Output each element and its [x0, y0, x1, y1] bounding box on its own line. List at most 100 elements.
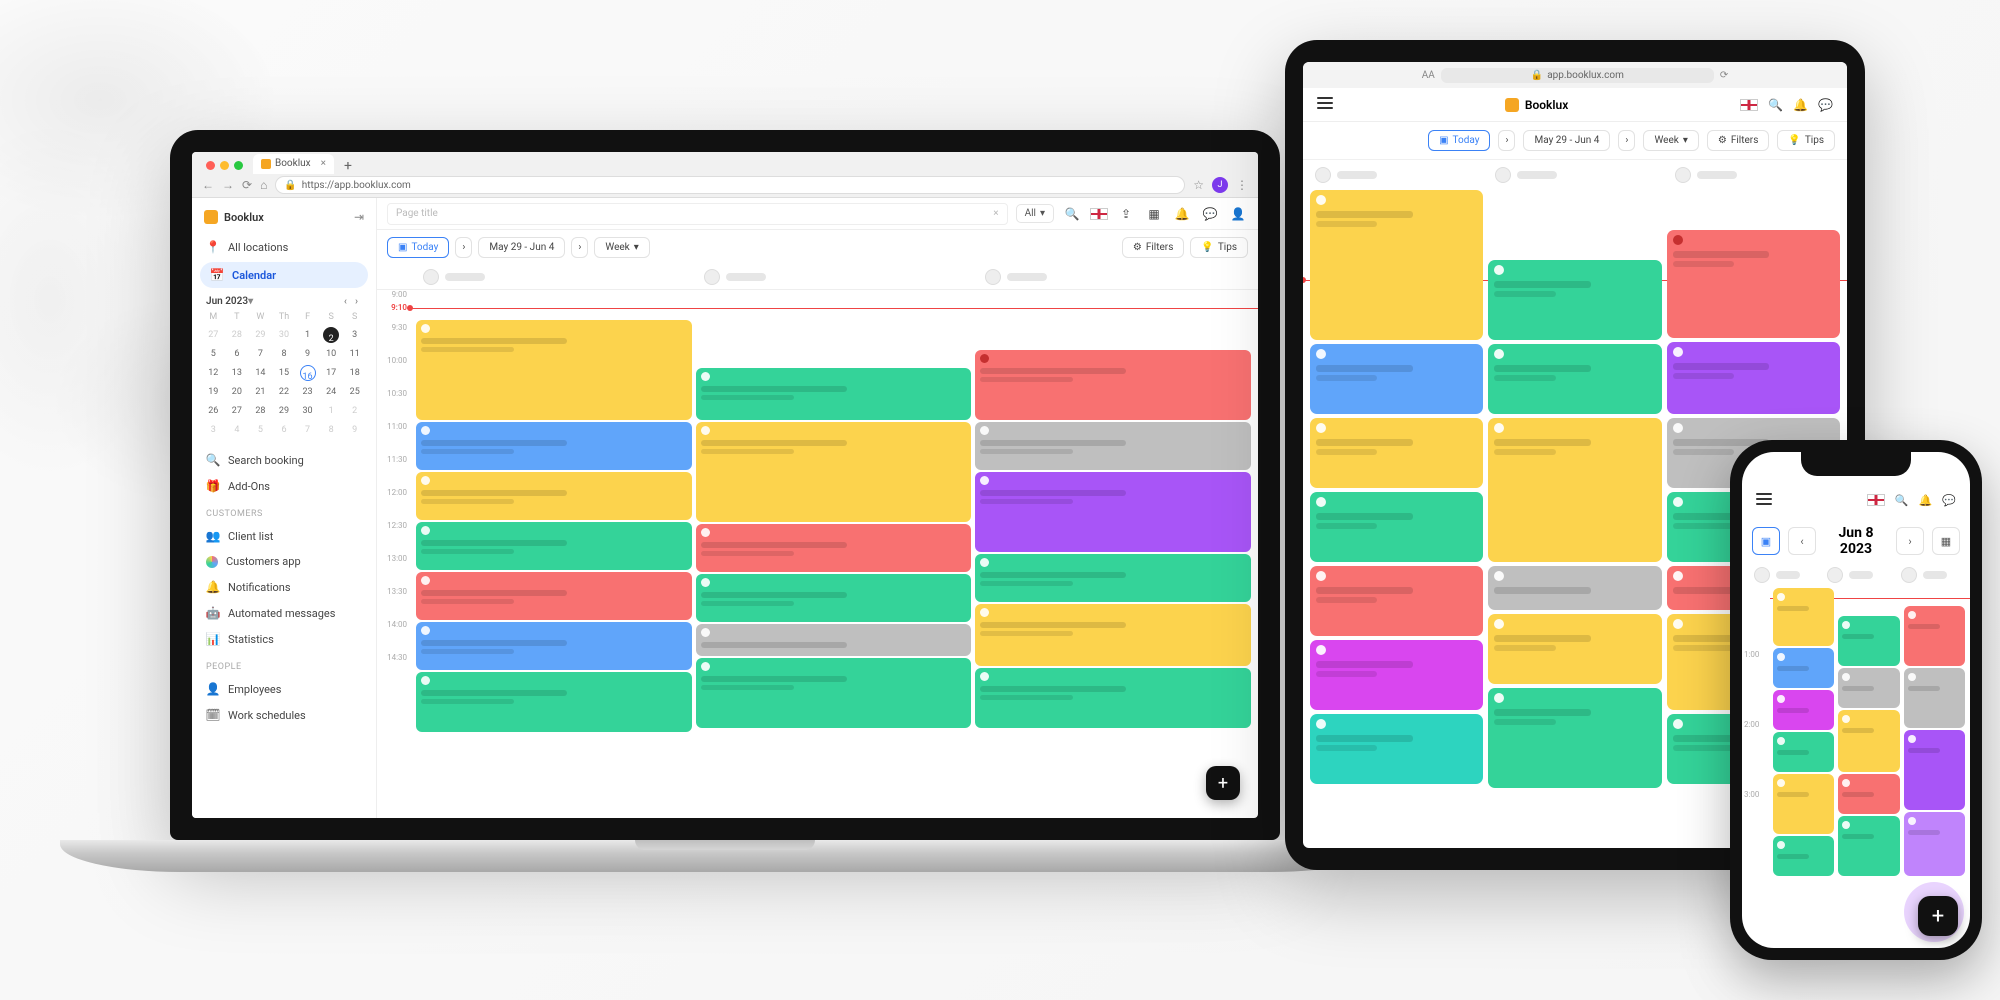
- new-tab-button[interactable]: +: [338, 158, 358, 174]
- sidebar-item-calendar[interactable]: 📅 Calendar: [200, 262, 368, 288]
- tab-close-icon[interactable]: ×: [321, 158, 326, 169]
- calendar-event[interactable]: [1310, 566, 1483, 636]
- calendar-event[interactable]: [416, 320, 692, 420]
- sidebar-item-search-booking[interactable]: 🔍 Search booking: [192, 447, 376, 473]
- calendar-event[interactable]: [975, 668, 1251, 728]
- reload-icon[interactable]: ⟳: [242, 178, 252, 192]
- view-dropdown[interactable]: Week ▾: [594, 237, 649, 258]
- calendar-event[interactable]: [1773, 732, 1834, 772]
- mini-calendar-day[interactable]: 8: [320, 421, 343, 439]
- browser-tab[interactable]: Booklux ×: [253, 154, 334, 174]
- mini-calendar-day[interactable]: 3: [343, 326, 366, 344]
- reload-icon[interactable]: ⟳: [1720, 70, 1728, 81]
- bell-icon[interactable]: 🔔: [1793, 98, 1808, 112]
- star-icon[interactable]: ☆: [1193, 178, 1204, 192]
- mini-calendar-day[interactable]: 9: [296, 345, 319, 363]
- mini-calendar-day[interactable]: 20: [226, 383, 249, 401]
- mini-calendar-day[interactable]: 5: [249, 421, 272, 439]
- back-icon[interactable]: ←: [202, 178, 214, 192]
- filters-button[interactable]: ⚙Filters: [1707, 130, 1769, 151]
- mini-calendar-day[interactable]: 16: [300, 365, 316, 381]
- calendar-event[interactable]: [1310, 492, 1483, 562]
- date-range-label[interactable]: May 29 - Jun 4: [478, 237, 565, 258]
- calendar-event[interactable]: [975, 422, 1251, 470]
- calendar-event[interactable]: [416, 622, 692, 670]
- search-icon[interactable]: 🔍: [1062, 204, 1082, 224]
- window-controls[interactable]: [200, 157, 249, 174]
- search-icon[interactable]: 🔍: [1895, 494, 1909, 507]
- chat-icon[interactable]: 💬: [1200, 204, 1220, 224]
- mini-calendar-day[interactable]: 25: [343, 383, 366, 401]
- next-period-button-2[interactable]: ›: [1618, 130, 1635, 151]
- calendar-event[interactable]: [1310, 190, 1483, 340]
- employee-column-header[interactable]: [977, 264, 1258, 289]
- calendar-event[interactable]: [696, 422, 972, 522]
- mini-calendar-day[interactable]: 3: [202, 421, 225, 439]
- mini-calendar-day[interactable]: 10: [320, 345, 343, 363]
- calendar-event[interactable]: [1310, 714, 1483, 784]
- page-title-input[interactable]: Page title ×: [387, 203, 1008, 225]
- mini-calendar-day[interactable]: 18: [343, 364, 366, 382]
- account-icon[interactable]: 👤: [1228, 204, 1248, 224]
- calendar-event[interactable]: [1838, 816, 1899, 876]
- mini-calendar-day[interactable]: 30: [273, 326, 296, 344]
- export-icon[interactable]: ⇪: [1116, 204, 1136, 224]
- mini-calendar-day[interactable]: 2: [323, 327, 339, 343]
- calendar-event[interactable]: [1667, 230, 1840, 338]
- event-column[interactable]: [695, 290, 973, 818]
- mini-calendar-day[interactable]: 24: [320, 383, 343, 401]
- profile-icon[interactable]: J: [1212, 177, 1228, 193]
- mini-calendar-day[interactable]: 27: [226, 402, 249, 420]
- address-bar[interactable]: 🔒 https://app.booklux.com: [275, 176, 1185, 194]
- menu-button[interactable]: [1317, 94, 1333, 115]
- calendar-event[interactable]: [1773, 690, 1834, 730]
- sidebar-item-addons[interactable]: 🎁 Add-Ons: [192, 473, 376, 499]
- calendar-event[interactable]: [696, 658, 972, 728]
- mini-calendar-day[interactable]: 7: [249, 345, 272, 363]
- bell-icon[interactable]: 🔔: [1919, 494, 1933, 507]
- calendar-event[interactable]: [975, 604, 1251, 666]
- view-dropdown[interactable]: Week ▾: [1643, 130, 1698, 151]
- date-range-label[interactable]: May 29 - Jun 4: [1523, 130, 1610, 151]
- mini-calendar-day[interactable]: 22: [273, 383, 296, 401]
- mini-calendar-day[interactable]: 6: [226, 345, 249, 363]
- sidebar-item-work-schedules[interactable]: 🗓 Work schedules: [192, 702, 376, 728]
- calendar-event[interactable]: [1773, 648, 1834, 688]
- mini-calendar-day[interactable]: 19: [202, 383, 225, 401]
- brand[interactable]: Booklux: [1505, 98, 1568, 112]
- calendar-event[interactable]: [975, 350, 1251, 420]
- calendar-event[interactable]: [416, 472, 692, 520]
- filters-button[interactable]: ⚙ Filters: [1122, 237, 1184, 258]
- calendar-event[interactable]: [1838, 616, 1899, 666]
- event-column[interactable]: [1487, 190, 1662, 848]
- tips-button[interactable]: 💡 Tips: [1190, 237, 1248, 258]
- calendar-event[interactable]: [1838, 668, 1899, 708]
- calendar-event[interactable]: [416, 422, 692, 470]
- minimize-icon[interactable]: [220, 161, 229, 170]
- calendar-event[interactable]: [696, 524, 972, 572]
- calendar-event[interactable]: [1667, 342, 1840, 414]
- menu-button[interactable]: [1756, 490, 1772, 511]
- language-flag-icon[interactable]: [1090, 208, 1108, 220]
- today-button[interactable]: ▣: [1752, 527, 1780, 555]
- add-booking-fab[interactable]: +: [1206, 766, 1240, 800]
- language-flag-icon[interactable]: [1867, 494, 1885, 506]
- calendar-event[interactable]: [416, 522, 692, 570]
- next-period-button-2[interactable]: ›: [571, 237, 588, 258]
- calendar-event[interactable]: [975, 554, 1251, 602]
- chat-icon[interactable]: 💬: [1942, 494, 1956, 507]
- mini-calendar-day[interactable]: 29: [273, 402, 296, 420]
- calendar-event[interactable]: [1310, 344, 1483, 414]
- calendar-event[interactable]: [1904, 812, 1965, 876]
- calendar-event[interactable]: [416, 672, 692, 732]
- maximize-icon[interactable]: [234, 161, 243, 170]
- event-column[interactable]: [1837, 588, 1900, 948]
- bell-icon[interactable]: 🔔: [1172, 204, 1192, 224]
- prev-day-button[interactable]: ‹: [1788, 527, 1816, 555]
- tablet-url-bar[interactable]: 🔒 app.booklux.com: [1441, 68, 1714, 83]
- next-month-icon[interactable]: ›: [351, 296, 362, 307]
- mini-calendar-day[interactable]: 11: [343, 345, 366, 363]
- calendar-event[interactable]: [1488, 688, 1661, 788]
- search-icon[interactable]: 🔍: [1768, 98, 1783, 112]
- mini-calendar-day[interactable]: 14: [249, 364, 272, 382]
